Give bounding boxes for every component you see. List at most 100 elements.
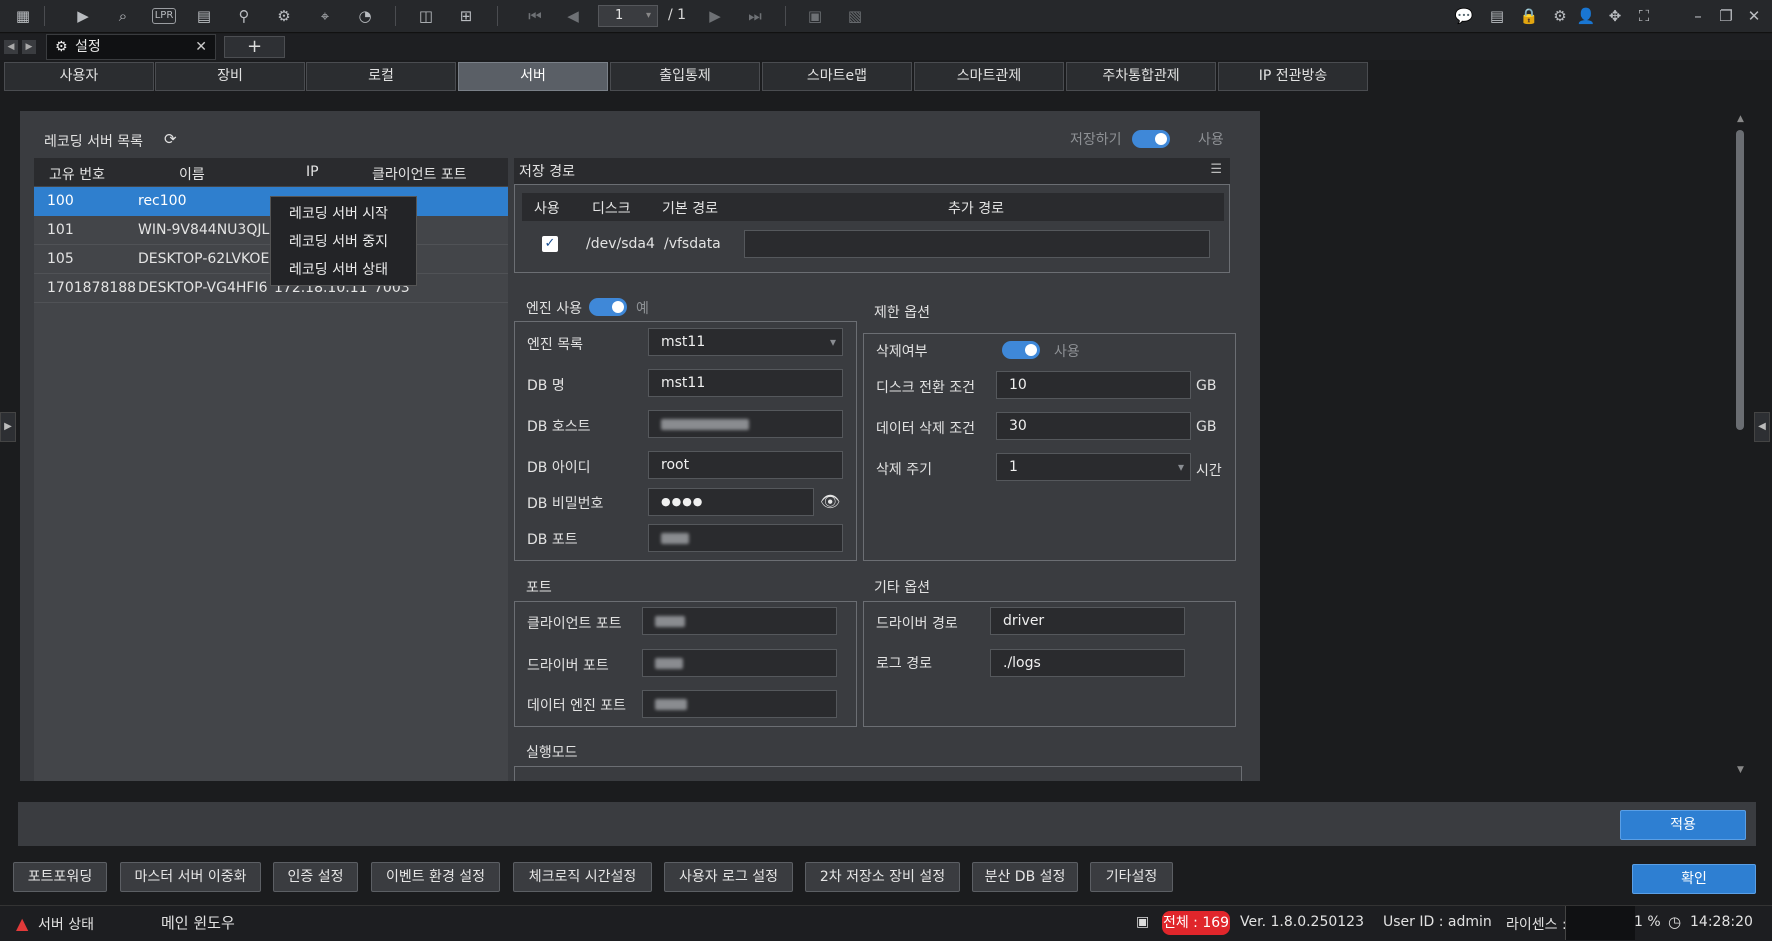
column-header: 기본 경로 bbox=[662, 201, 718, 217]
driver-path-input[interactable]: driver bbox=[990, 607, 1185, 635]
total-count-badge[interactable]: 전체 : 169 bbox=[1162, 911, 1230, 935]
broadcast-icon[interactable]: ◔ bbox=[354, 6, 376, 26]
confirm-button[interactable]: 확인 bbox=[1632, 864, 1756, 894]
scroll-down-icon[interactable]: ▼ bbox=[1737, 765, 1744, 775]
menu-item-start-server[interactable]: 레코딩 서버 시작 bbox=[289, 203, 388, 223]
tab-settings[interactable]: ⚙ 설정 ✕ bbox=[46, 34, 216, 60]
last-page-icon[interactable]: ⏭ bbox=[744, 6, 766, 26]
scrollbar-thumb[interactable] bbox=[1736, 130, 1744, 430]
user-icon[interactable]: 👤 bbox=[1575, 6, 1597, 26]
tab-local[interactable]: 로컬 bbox=[306, 62, 456, 91]
storage-disk: /dev/sda4 bbox=[586, 236, 655, 252]
left-panel-toggle-icon[interactable]: ▶ bbox=[0, 412, 16, 442]
eye-icon[interactable]: 👁 bbox=[820, 492, 840, 511]
person-search-icon[interactable]: ⚲ bbox=[233, 6, 255, 26]
monitor-icon[interactable]: ▣ bbox=[804, 6, 826, 26]
tab-scroll-right-icon[interactable]: ▶ bbox=[22, 40, 36, 54]
delete-cycle-select[interactable]: 1 bbox=[996, 453, 1191, 481]
page-number-input[interactable]: 1 ▾ bbox=[598, 5, 658, 27]
first-page-icon[interactable]: ⏮ bbox=[524, 6, 546, 26]
db-port-input[interactable] bbox=[648, 524, 843, 552]
calendar-icon[interactable]: ▤ bbox=[193, 6, 215, 26]
lock-icon[interactable]: 🔒 bbox=[1518, 6, 1540, 26]
layout-icon[interactable]: ◫ bbox=[415, 6, 437, 26]
user-log-settings-button[interactable]: 사용자 로그 설정 bbox=[664, 862, 793, 892]
event-settings-button[interactable]: 이벤트 환경 설정 bbox=[371, 862, 500, 892]
data-engine-port-label: 데이터 엔진 포트 bbox=[527, 698, 627, 714]
search-playback-icon[interactable]: ⌕ bbox=[112, 6, 134, 26]
secondary-storage-button[interactable]: 2차 저장소 장비 설정 bbox=[805, 862, 960, 892]
tab-scroll-left-icon[interactable]: ◀ bbox=[4, 40, 18, 54]
client-port-label: 클라이언트 포트 bbox=[527, 616, 622, 632]
data-delete-input[interactable]: 30 bbox=[996, 412, 1191, 440]
sequence-icon[interactable]: ▧ bbox=[844, 6, 866, 26]
tab-smart-emap[interactable]: 스마트e맵 bbox=[762, 62, 912, 91]
restore-icon[interactable]: ❐ bbox=[1715, 6, 1737, 26]
client-port-input[interactable] bbox=[642, 607, 837, 635]
server-status-link[interactable]: 서버 상태 bbox=[38, 914, 94, 934]
minimize-icon[interactable]: – bbox=[1687, 6, 1709, 26]
move-icon[interactable]: ✥ bbox=[1604, 6, 1626, 26]
add-tab-button[interactable]: + bbox=[224, 36, 285, 58]
bicycle-icon[interactable]: ⚙ bbox=[273, 6, 295, 26]
db-name-input[interactable]: mst11 bbox=[648, 369, 843, 397]
event-list-icon[interactable]: ▤ bbox=[1486, 6, 1508, 26]
map-pin-icon[interactable]: ⌖ bbox=[314, 6, 336, 26]
master-redundancy-button[interactable]: 마스터 서버 이중화 bbox=[120, 862, 261, 892]
engine-list-select[interactable]: mst11 bbox=[648, 328, 843, 356]
db-id-input[interactable]: root bbox=[648, 451, 843, 479]
main-window-label[interactable]: 메인 윈도우 bbox=[161, 912, 235, 933]
prev-page-icon[interactable]: ◀ bbox=[562, 6, 584, 26]
scroll-up-icon[interactable]: ▲ bbox=[1737, 114, 1744, 124]
play-icon[interactable]: ▶ bbox=[72, 6, 94, 26]
tab-ip-broadcast[interactable]: IP 전관방송 bbox=[1218, 62, 1368, 91]
tab-access-control[interactable]: 출입통제 bbox=[610, 62, 760, 91]
tab-user[interactable]: 사용자 bbox=[4, 62, 154, 91]
log-path-label: 로그 경로 bbox=[876, 656, 932, 672]
distributed-db-button[interactable]: 분산 DB 설정 bbox=[972, 862, 1078, 892]
menu-item-server-status[interactable]: 레코딩 서버 상태 bbox=[289, 259, 388, 279]
tab-server[interactable]: 서버 bbox=[458, 62, 608, 91]
chat-icon[interactable]: 💬 bbox=[1453, 6, 1475, 26]
row-id: 105 bbox=[47, 251, 74, 267]
tab-smart-control[interactable]: 스마트관제 bbox=[914, 62, 1064, 91]
engine-toggle[interactable] bbox=[589, 298, 627, 316]
driver-port-input[interactable] bbox=[642, 649, 837, 677]
close-icon[interactable]: ✕ bbox=[1743, 6, 1765, 26]
log-path-input[interactable]: ./logs bbox=[990, 649, 1185, 677]
port-forwarding-button[interactable]: 포트포워딩 bbox=[13, 862, 107, 892]
lpr-icon[interactable]: LPR bbox=[152, 8, 176, 24]
right-panel-toggle-icon[interactable]: ◀ bbox=[1754, 412, 1770, 442]
other-settings-button[interactable]: 기타설정 bbox=[1090, 862, 1173, 892]
storage-extra-path-input[interactable] bbox=[744, 230, 1210, 258]
storage-use-checkbox[interactable]: ✓ bbox=[542, 236, 558, 252]
recording-list-title: 레코딩 서버 목록 bbox=[44, 134, 144, 150]
auth-settings-button[interactable]: 인증 설정 bbox=[273, 862, 358, 892]
grid-menu-icon[interactable]: ▦ bbox=[12, 6, 34, 26]
save-toggle[interactable] bbox=[1132, 130, 1170, 148]
menu-item-stop-server[interactable]: 레코딩 서버 중지 bbox=[289, 231, 388, 251]
column-header[interactable]: 이름 bbox=[179, 164, 205, 184]
close-tab-icon[interactable]: ✕ bbox=[195, 35, 207, 59]
refresh-icon[interactable]: ⟳ bbox=[164, 130, 177, 148]
add-screen-icon[interactable]: ⊞ bbox=[455, 6, 477, 26]
collapse-icon[interactable]: ☰ bbox=[1210, 162, 1222, 177]
column-header[interactable]: 클라이언트 포트 bbox=[372, 164, 467, 184]
tab-parking-control[interactable]: 주차통합관제 bbox=[1066, 62, 1216, 91]
settings-icon[interactable]: ⚙ bbox=[1549, 6, 1571, 26]
fullscreen-icon[interactable]: ⛶ bbox=[1633, 6, 1655, 26]
delete-toggle[interactable] bbox=[1002, 341, 1040, 359]
db-host-input[interactable] bbox=[648, 410, 843, 438]
alarm-icon[interactable]: ▣ bbox=[1136, 914, 1149, 930]
column-header[interactable]: 고유 번호 bbox=[49, 164, 105, 184]
db-password-input[interactable]: ●●●● bbox=[648, 488, 814, 516]
tab-device[interactable]: 장비 bbox=[155, 62, 305, 91]
check-logic-time-button[interactable]: 체크로직 시간설정 bbox=[513, 862, 652, 892]
data-engine-port-input[interactable] bbox=[642, 690, 837, 718]
run-mode-box bbox=[514, 766, 1242, 781]
column-header[interactable]: IP bbox=[306, 164, 319, 180]
next-page-icon[interactable]: ▶ bbox=[704, 6, 726, 26]
apply-button[interactable]: 적용 bbox=[1620, 810, 1746, 840]
engine-toggle-label: 엔진 사용 bbox=[526, 301, 582, 317]
disk-switch-input[interactable]: 10 bbox=[996, 371, 1191, 399]
